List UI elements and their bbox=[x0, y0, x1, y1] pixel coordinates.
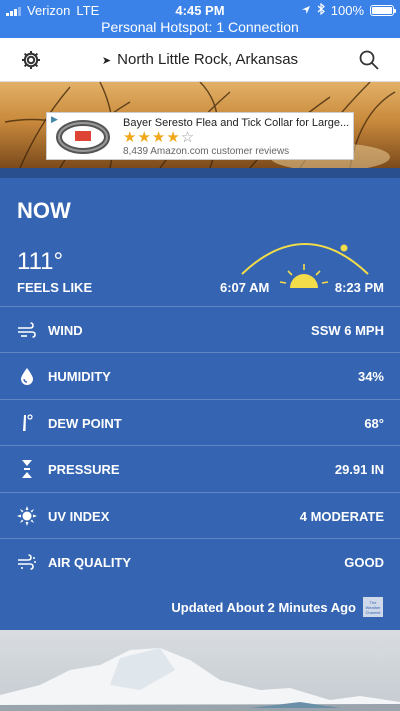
thermometer-icon bbox=[17, 413, 37, 433]
condition-label: DEW POINT bbox=[48, 415, 122, 431]
condition-row-humidity[interactable]: HUMIDITY 34% bbox=[0, 352, 400, 398]
condition-row-pressure[interactable]: PRESSURE 29.91 IN bbox=[0, 445, 400, 491]
weather-channel-logo: The Weather Channel bbox=[363, 597, 383, 617]
location-services-icon bbox=[301, 3, 311, 18]
conditions-list: WIND SSW 6 MPH HUMIDITY 34% DEW POINT 68… bbox=[0, 306, 400, 584]
condition-row-uv-index[interactable]: UV INDEX 4 MODERATE bbox=[0, 491, 400, 538]
condition-value: SSW 6 MPH bbox=[311, 323, 384, 338]
ad-banner[interactable]: ▶ Bayer Seresto Flea and Tick Collar for… bbox=[46, 112, 354, 160]
ad-review-count: 8,439 Amazon.com customer reviews bbox=[123, 146, 290, 157]
pressure-icon bbox=[17, 459, 37, 479]
condition-label: WIND bbox=[48, 323, 83, 338]
product-thumbnail bbox=[53, 119, 113, 155]
condition-row-dew-point[interactable]: DEW POINT 68° bbox=[0, 398, 400, 445]
hotspot-banner[interactable]: Personal Hotspot: 1 Connection bbox=[0, 19, 400, 35]
stars-filled: ★★★★ bbox=[123, 129, 181, 146]
condition-label: UV INDEX bbox=[48, 508, 110, 524]
location-title[interactable]: ➤ North Little Rock, Arkansas bbox=[0, 51, 400, 68]
condition-label: AIR QUALITY bbox=[48, 554, 132, 570]
humidity-drop-icon bbox=[17, 366, 37, 386]
condition-row-wind[interactable]: WIND SSW 6 MPH bbox=[0, 306, 400, 352]
condition-value: 29.91 IN bbox=[334, 462, 384, 478]
app-header: ➤ North Little Rock, Arkansas bbox=[0, 38, 400, 82]
feels-like-label: FEELS LIKE bbox=[17, 280, 93, 295]
battery-percent: 100% bbox=[330, 3, 364, 18]
condition-label: PRESSURE bbox=[48, 462, 120, 478]
air-quality-icon bbox=[17, 552, 37, 572]
search-icon[interactable] bbox=[358, 49, 380, 71]
wind-icon bbox=[17, 320, 37, 340]
condition-value: 34% bbox=[357, 369, 384, 385]
sun-burst-icon bbox=[17, 505, 37, 526]
divider-band bbox=[0, 168, 400, 178]
status-bar: Verizon LTE 4:45 PM 100% Personal Hotspo… bbox=[0, 0, 400, 38]
now-heading: NOW bbox=[17, 198, 71, 223]
condition-value: 4 MODERATE bbox=[299, 508, 384, 524]
condition-row-air-quality[interactable]: AIR QUALITY GOOD bbox=[0, 537, 400, 584]
condition-value: GOOD bbox=[344, 554, 384, 570]
stars-empty: ☆ bbox=[180, 129, 196, 146]
updated-timestamp: Updated About 2 Minutes Ago bbox=[171, 600, 356, 615]
battery-icon bbox=[370, 5, 396, 16]
location-name: North Little Rock, Arkansas bbox=[117, 51, 299, 68]
sun-icon bbox=[279, 264, 329, 288]
condition-label: HUMIDITY bbox=[48, 369, 111, 385]
iceberg-photo[interactable] bbox=[0, 630, 400, 711]
location-arrow-icon: ➤ bbox=[101, 55, 112, 67]
current-conditions-card[interactable]: NOW 111° FEELS LIKE 6:07 AM 8:23 PM WIND… bbox=[0, 178, 400, 630]
rating-stars: ★★★★☆ bbox=[123, 128, 195, 146]
sunset-time: 8:23 PM bbox=[334, 280, 384, 295]
bluetooth-icon bbox=[317, 2, 325, 18]
condition-value: 68° bbox=[364, 415, 384, 431]
sunrise-time: 6:07 AM bbox=[220, 280, 270, 295]
temperature-value: 111° bbox=[17, 248, 64, 275]
